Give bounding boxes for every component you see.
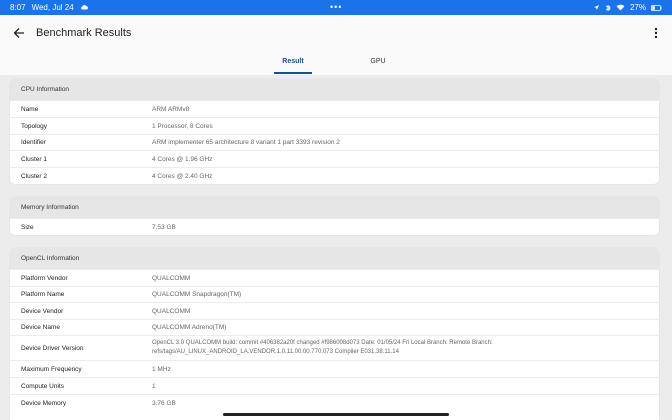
battery-level: 27%: [629, 3, 646, 12]
table-row: Platform Vendor QUALCOMM: [10, 269, 659, 286]
table-row: Compute Units 1: [10, 377, 659, 394]
row-label: Name: [21, 105, 39, 113]
row-label: Device Vendor: [21, 307, 64, 315]
table-row: Maximum Frequency 1 MHz: [10, 360, 659, 377]
status-bar: 8:07 Wed, Jul 24 ••• 27%: [0, 0, 672, 15]
home-indicator[interactable]: [223, 413, 449, 416]
table-row: Platform Name QUALCOMM Snapdragon(TM): [10, 286, 659, 302]
row-value: 4 Cores @ 1.96 GHz: [152, 155, 213, 163]
table-row: Device Memory 3.76 GB: [10, 394, 659, 411]
row-label: Device Driver Version: [21, 344, 84, 352]
results-content[interactable]: CPU Information Name ARM ARMv8 Topology …: [0, 75, 672, 420]
row-label: Cluster 2: [21, 172, 48, 180]
row-value: QUALCOMM Snapdragon(TM): [152, 291, 242, 298]
location-icon: [593, 4, 600, 11]
row-label: Platform Name: [21, 291, 65, 298]
row-label: Compute Units: [21, 382, 64, 390]
tab-bar: Result GPU: [0, 55, 672, 75]
back-button[interactable]: [10, 24, 28, 42]
battery-icon: [651, 4, 662, 11]
table-row: Name ARM ARMv8: [10, 100, 659, 117]
row-value: 1 MHz: [152, 365, 171, 373]
more-options-button[interactable]: [650, 24, 662, 42]
status-time: 8:07: [10, 3, 26, 12]
table-row: Device Vendor QUALCOMM: [10, 302, 659, 319]
table-row: Topology 1 Processor, 8 Cores: [10, 117, 659, 134]
row-label: Platform Vendor: [21, 274, 68, 282]
page-title: Benchmark Results: [36, 27, 132, 39]
row-value: 1 Processor, 8 Cores: [152, 122, 213, 130]
row-value: QUALCOMM: [152, 307, 191, 315]
section-header: CPU Information: [10, 79, 659, 100]
row-value: 7.53 GB: [152, 223, 176, 231]
status-dots: •••: [330, 2, 343, 12]
opencl-information-card: OpenCL Information Platform Vendor QUALC…: [10, 248, 659, 420]
table-row: Size 7.53 GB: [10, 218, 659, 235]
cpu-information-card: CPU Information Name ARM ARMv8 Topology …: [10, 79, 659, 184]
memory-information-card: Memory Information Size 7.53 GB: [10, 197, 659, 235]
row-value: QUALCOMM: [152, 274, 191, 282]
row-label: Topology: [21, 122, 48, 130]
row-label: Identifier: [21, 139, 46, 146]
row-label: Cluster 1: [21, 155, 48, 163]
wifi-icon: [616, 4, 625, 11]
section-header: OpenCL Information: [10, 248, 659, 269]
row-value: QUALCOMM Adreno(TM): [152, 324, 227, 331]
app-bar: Benchmark Results Result GPU: [0, 15, 672, 75]
arrow-back-icon: [13, 28, 24, 38]
row-label: Device Name: [21, 324, 61, 331]
row-value: 4 Cores @ 2.40 GHz: [152, 172, 213, 180]
status-date: Wed, Jul 24: [31, 3, 74, 12]
row-label: Size: [21, 223, 34, 231]
row-value: ARM implementer 65 architecture 8 varian…: [152, 139, 340, 146]
row-value: 3.76 GB: [152, 399, 176, 407]
row-label: Maximum Frequency: [21, 365, 82, 373]
table-row: Device Name QUALCOMM Adreno(TM): [10, 319, 659, 335]
table-row: Device Driver Version OpenCL 3.0 QUALCOM…: [10, 335, 659, 360]
tab-indicator: [274, 72, 312, 74]
table-row: Cluster 1 4 Cores @ 1.96 GHz: [10, 150, 659, 167]
bluetooth-icon: [605, 4, 611, 12]
row-value: OpenCL 3.0 QUALCOMM build: commit #40638…: [152, 340, 493, 355]
row-value: ARM ARMv8: [152, 105, 190, 113]
row-value: 1: [152, 382, 156, 390]
section-header: Memory Information: [10, 197, 659, 218]
row-label: Device Memory: [21, 399, 67, 407]
more-vert-icon: [654, 27, 658, 39]
table-row: Cluster 2 4 Cores @ 2.40 GHz: [10, 167, 659, 184]
table-row: Identifier ARM implementer 65 architectu…: [10, 134, 659, 150]
tab-gpu[interactable]: GPU: [353, 55, 403, 75]
cloud-icon: [80, 3, 88, 12]
